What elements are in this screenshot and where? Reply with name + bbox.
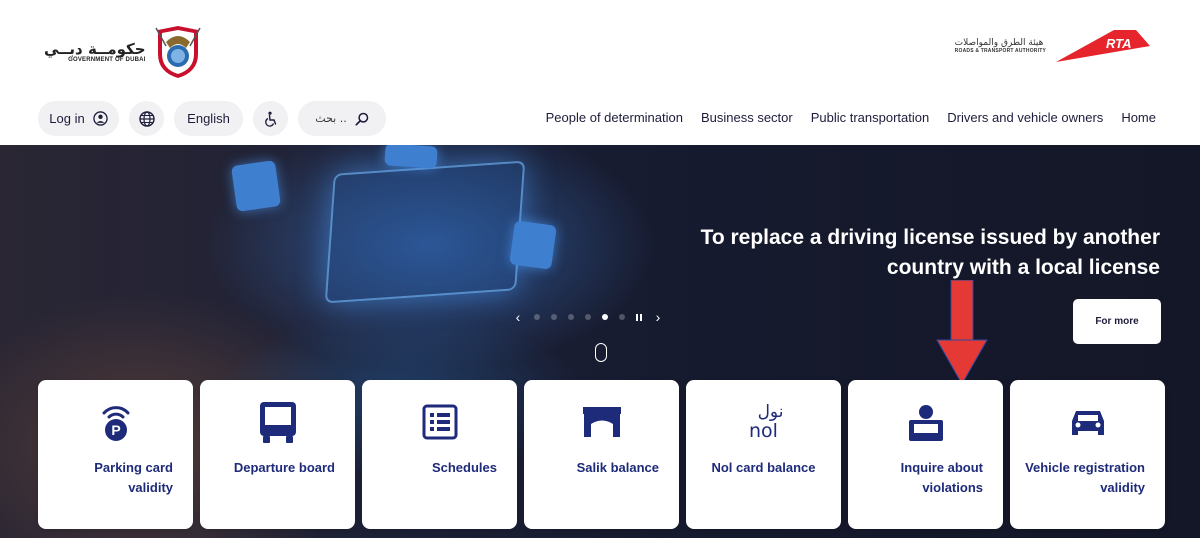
dubai-emblem-icon [154, 26, 201, 78]
globe-icon [138, 110, 155, 127]
nav-item-public-transportation[interactable]: Public transportation [811, 110, 930, 125]
annotation-arrow-icon [936, 280, 988, 385]
carousel-controls: ‹ › [513, 309, 663, 325]
header-controls: Log in English بحث .. [38, 101, 386, 136]
service-tile-schedules[interactable]: Schedules [362, 380, 517, 529]
search-placeholder: بحث .. [315, 112, 347, 125]
car-icon [1071, 411, 1104, 435]
service-tile-vehicle-registration[interactable]: Vehicle registration validity [1010, 380, 1165, 529]
nol-logo-english: nol [749, 420, 778, 442]
hero-profile-illustration [509, 220, 557, 270]
rta-logo-text: هيئة الطرق والمواصلات ROADS & TRANSPORT … [955, 38, 1046, 54]
gov-logo-english: GOVERNMENT OF DUBAI [68, 57, 146, 63]
login-button[interactable]: Log in [38, 101, 119, 136]
service-label: Nol card balance [711, 460, 816, 475]
rta-mark-text: RTA [1106, 36, 1132, 51]
tile-icon-wrap [362, 400, 517, 444]
tile-icon-wrap [1010, 400, 1165, 444]
parking-signal-icon: P [102, 406, 129, 441]
toll-gate-icon [582, 407, 621, 437]
rta-logo[interactable]: هيئة الطرق والمواصلات ROADS & TRANSPORT … [955, 28, 1152, 64]
service-tile-parking-card[interactable]: P Parking card validity [38, 380, 193, 529]
wheelchair-icon [264, 111, 276, 127]
language-button[interactable]: English [174, 101, 243, 136]
carousel-dot[interactable] [551, 314, 557, 320]
search-input[interactable]: بحث .. [298, 101, 386, 136]
tile-icon-wrap [524, 400, 679, 444]
carousel-dot[interactable] [568, 314, 574, 320]
violation-officer-icon [908, 405, 943, 441]
svg-text:P: P [111, 422, 120, 438]
language-label: English [187, 111, 230, 126]
nav-item-home[interactable]: Home [1121, 110, 1156, 125]
hero-license-illustration [324, 160, 526, 304]
carousel-next-icon[interactable]: › [653, 309, 663, 325]
site-header: حكومــة دبــي GOVERNMENT OF DUBAI هيئة ا… [0, 0, 1200, 145]
service-tile-inquire-violations[interactable]: Inquire about violations [848, 380, 1003, 529]
user-circle-icon [92, 111, 108, 126]
scroll-indicator-icon [595, 343, 607, 362]
quick-services: P Parking card validity Departure board [38, 380, 1165, 529]
nol-logo-icon: نول nol [686, 400, 841, 444]
service-label: Departure board [233, 460, 335, 475]
carousel-dot-active[interactable] [602, 314, 608, 320]
carousel-dot[interactable] [619, 314, 625, 320]
gov-logo-text: حكومــة دبــي GOVERNMENT OF DUBAI [44, 41, 146, 63]
rta-logo-arabic: هيئة الطرق والمواصلات [954, 38, 1044, 48]
tile-icon-wrap [200, 400, 355, 444]
login-label: Log in [49, 111, 85, 126]
for-more-button[interactable]: For more [1073, 299, 1161, 344]
carousel-dot[interactable] [534, 314, 540, 320]
accessibility-button[interactable] [253, 101, 288, 136]
nav-item-people-of-determination[interactable]: People of determination [546, 110, 683, 125]
tile-icon-wrap: P [38, 400, 193, 444]
rta-mark-icon: RTA [1056, 30, 1150, 62]
government-of-dubai-logo[interactable]: حكومــة دبــي GOVERNMENT OF DUBAI [44, 24, 204, 80]
hero-title: To replace a driving license issued by a… [700, 226, 1160, 279]
service-label: Inquire about violations [900, 460, 983, 495]
nav-item-business-sector[interactable]: Business sector [701, 110, 793, 125]
schedule-list-icon [422, 404, 457, 440]
hero-tile-illustration [384, 145, 438, 169]
globe-button[interactable] [129, 101, 164, 136]
carousel-dot[interactable] [585, 314, 591, 320]
service-label: Schedules [431, 460, 497, 475]
nav-item-drivers-and-vehicle-owners[interactable]: Drivers and vehicle owners [947, 110, 1103, 125]
tile-icon-wrap [848, 400, 1003, 444]
service-label: Vehicle registration validity [1025, 460, 1145, 495]
bus-icon [259, 402, 296, 443]
gov-logo-arabic: حكومــة دبــي [44, 40, 146, 58]
carousel-prev-icon[interactable]: ‹ [513, 309, 523, 325]
service-label: Salik balance [576, 460, 659, 475]
service-label: Parking card validity [94, 460, 173, 495]
rta-logo-english: ROADS & TRANSPORT AUTHORITY [954, 48, 1046, 54]
hero-document-illustration [231, 160, 281, 212]
service-tile-salik-balance[interactable]: Salik balance [524, 380, 679, 529]
main-nav: People of determination Business sector … [546, 110, 1156, 125]
service-tile-nol-card-balance[interactable]: نول nol Nol card balance [686, 380, 841, 529]
service-tile-departure-board[interactable]: Departure board [200, 380, 355, 529]
nol-logo-arabic: نول [757, 402, 784, 422]
search-icon [355, 112, 369, 126]
carousel-pause-icon[interactable] [636, 313, 642, 321]
